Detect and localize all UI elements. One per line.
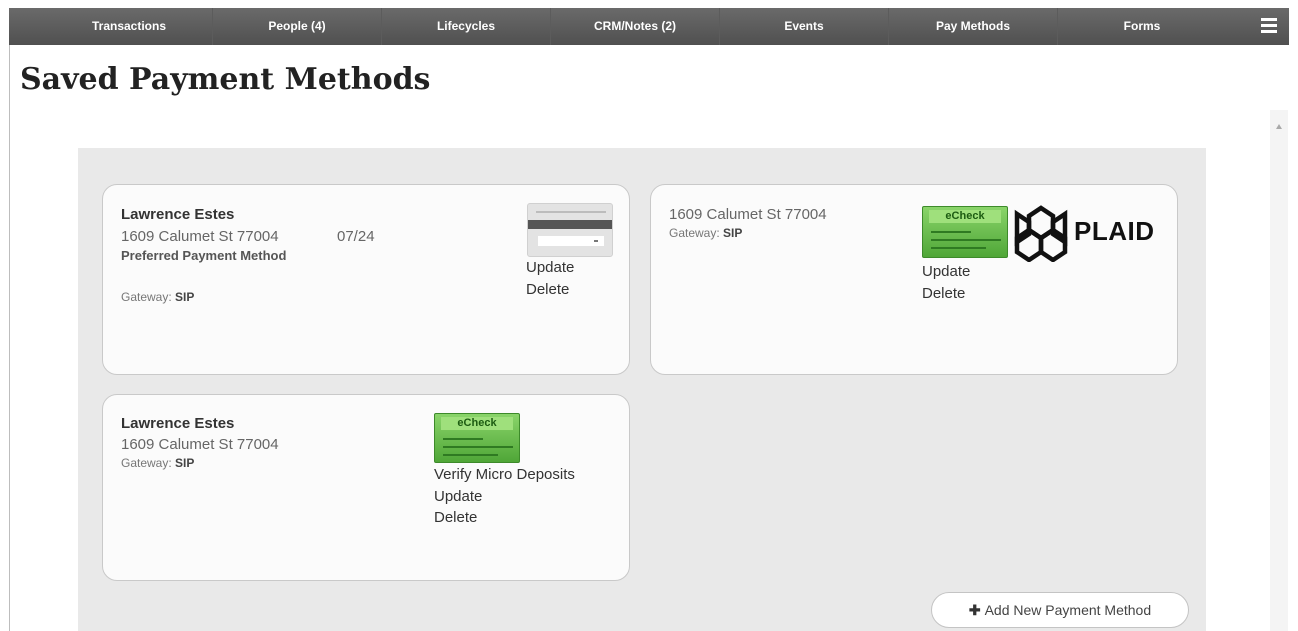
scroll-up-arrow-icon[interactable] bbox=[1276, 124, 1282, 129]
update-link[interactable]: Update bbox=[434, 488, 482, 505]
card-address: 1609 Calumet St 77004 bbox=[669, 206, 827, 223]
card-holder-name: Lawrence Estes bbox=[121, 415, 235, 432]
echeck-label: eCheck bbox=[929, 210, 1001, 223]
gateway-info: Gateway: SIP bbox=[669, 226, 742, 240]
card-holder-name: Lawrence Estes bbox=[121, 206, 235, 223]
card-address: 1609 Calumet St 77004 bbox=[121, 436, 279, 453]
echeck-icon: eCheck bbox=[922, 206, 1008, 258]
delete-link[interactable]: Delete bbox=[526, 281, 569, 298]
credit-card-icon bbox=[527, 203, 613, 257]
preferred-payment-label: Preferred Payment Method bbox=[121, 248, 287, 263]
nav-forms[interactable]: Forms bbox=[1058, 8, 1226, 45]
gateway-info: Gateway: SIP bbox=[121, 290, 194, 304]
card-address: 1609 Calumet St 77004 bbox=[121, 228, 279, 245]
nav-lifecycles[interactable]: Lifecycles bbox=[382, 8, 551, 45]
page-left-border bbox=[9, 8, 10, 631]
plus-icon: ✚ bbox=[968, 602, 981, 618]
add-payment-method-label: Add New Payment Method bbox=[984, 602, 1152, 618]
update-link[interactable]: Update bbox=[526, 259, 574, 276]
nav-people[interactable]: People (4) bbox=[213, 8, 382, 45]
page-title: Saved Payment Methods bbox=[20, 62, 431, 97]
add-payment-method-button[interactable]: ✚ Add New Payment Method bbox=[931, 592, 1189, 628]
nav-transactions[interactable]: Transactions bbox=[46, 8, 213, 45]
hamburger-menu-icon[interactable] bbox=[1261, 18, 1277, 34]
gateway-value: SIP bbox=[723, 226, 743, 240]
delete-link[interactable]: Delete bbox=[922, 285, 965, 302]
plaid-wordmark: PLAID bbox=[1074, 216, 1155, 246]
nav-crm-notes[interactable]: CRM/Notes (2) bbox=[551, 8, 720, 45]
vertical-scrollbar[interactable] bbox=[1270, 110, 1288, 631]
gateway-info: Gateway: SIP bbox=[121, 456, 194, 470]
gateway-value: SIP bbox=[175, 290, 195, 304]
gateway-label: Gateway: bbox=[669, 226, 720, 240]
nav-pay-methods[interactable]: Pay Methods bbox=[889, 8, 1058, 45]
delete-link[interactable]: Delete bbox=[434, 509, 477, 526]
gateway-value: SIP bbox=[175, 456, 195, 470]
echeck-label: eCheck bbox=[441, 417, 513, 430]
echeck-icon: eCheck bbox=[434, 413, 520, 463]
update-link[interactable]: Update bbox=[922, 263, 970, 280]
nav-events[interactable]: Events bbox=[720, 8, 889, 45]
verify-micro-deposits-link[interactable]: Verify Micro Deposits bbox=[434, 466, 575, 483]
gateway-label: Gateway: bbox=[121, 290, 172, 304]
top-navbar: Transactions People (4) Lifecycles CRM/N… bbox=[9, 8, 1289, 45]
gateway-label: Gateway: bbox=[121, 456, 172, 470]
plaid-logo-icon bbox=[1014, 205, 1068, 262]
card-expiry: 07/24 bbox=[337, 228, 375, 245]
